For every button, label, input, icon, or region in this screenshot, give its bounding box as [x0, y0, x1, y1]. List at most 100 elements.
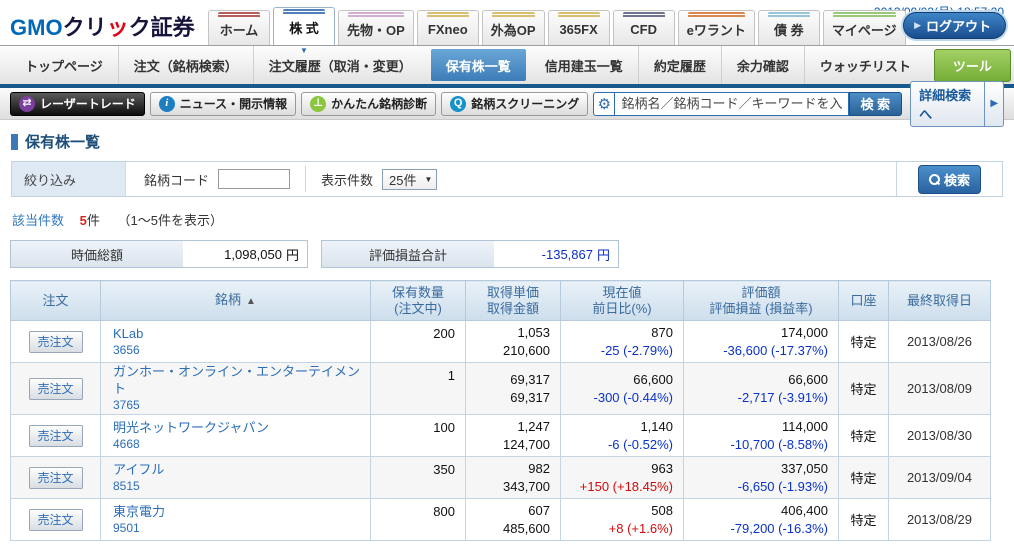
- toolbar-button-label: かんたん銘柄診断: [331, 95, 427, 112]
- gear-icon[interactable]: ⚙: [593, 92, 615, 116]
- column-header[interactable]: 評価額 評価損益 (損益率): [684, 281, 839, 321]
- day-change: +150 (+18.45%): [561, 478, 673, 496]
- stock-name-link[interactable]: KLab: [113, 325, 370, 342]
- toolbar-button[interactable]: ⇄ レーザートレード: [10, 92, 145, 116]
- result-count-number: 5: [80, 213, 87, 228]
- column-header-subline: 取得金額: [487, 301, 539, 317]
- column-header[interactable]: 現在値 前日比(%): [561, 281, 684, 321]
- main-tab[interactable]: 債 券: [758, 10, 820, 45]
- stock-code: 8515: [113, 478, 370, 495]
- title-marker: [11, 134, 18, 150]
- gmo-click-logo: GMOクリック証券: [10, 10, 195, 42]
- subnav-item-label: 信用建玉一覧: [545, 56, 623, 75]
- stock-name-link[interactable]: 明光ネットワークジャパン: [113, 419, 370, 436]
- stock-code: 9501: [113, 520, 370, 537]
- symbol-search-button[interactable]: 検 索: [849, 92, 903, 116]
- summary-row: 時価総額 1,098,050 円 評価損益合計 -135,867 円: [10, 240, 1014, 268]
- result-count-label: 該当件数: [12, 213, 64, 228]
- stock-cell: アイフル 8515: [101, 457, 371, 499]
- main-tab[interactable]: 365FX: [548, 10, 610, 45]
- acquired-date-cell: 2013/09/04: [889, 457, 991, 499]
- subnav-item[interactable]: 約定履歴: [638, 46, 721, 84]
- result-count: 該当件数 5件 （1～5件を表示）: [12, 210, 1014, 229]
- unit-price: 69,317: [466, 371, 550, 389]
- valuation: 406,400: [684, 502, 828, 520]
- column-header[interactable]: 取得単価 取得金額: [466, 281, 561, 321]
- toolbar-button[interactable]: ⊥ かんたん銘柄診断: [301, 92, 436, 116]
- main-tab[interactable]: CFD: [613, 10, 675, 45]
- sell-order-button[interactable]: 売注文: [29, 509, 83, 531]
- stock-cell: ガンホー・オンライン・エンターテイメント 3765: [101, 363, 371, 415]
- order-cell: 売注文: [11, 457, 101, 499]
- display-count-value: 25件: [389, 170, 416, 189]
- display-count-select[interactable]: 25件 ▼: [382, 169, 437, 190]
- main-tab[interactable]: 先物・OP: [338, 10, 414, 45]
- chevron-down-icon: ▼: [425, 175, 433, 184]
- market-value-number: 1,098,050: [224, 247, 282, 262]
- stock-code: 3656: [113, 342, 370, 359]
- sell-order-button[interactable]: 売注文: [29, 467, 83, 489]
- toolbar-button-label: ニュース・開示情報: [180, 95, 287, 112]
- tool-button[interactable]: ツール: [934, 49, 1011, 82]
- account-type-cell: 特定: [839, 363, 889, 415]
- column-header[interactable]: 最終取得日: [889, 281, 991, 321]
- stock-cell: 明光ネットワークジャパン 4668: [101, 415, 371, 457]
- table-row: 売注文 ガンホー・オンライン・エンターテイメント 3765 1 69,317 6…: [11, 363, 991, 415]
- stock-cell: 東京電力 9501: [101, 499, 371, 541]
- main-tab[interactable]: ホーム: [208, 10, 270, 45]
- column-header[interactable]: 口座: [839, 281, 889, 321]
- page-title-text: 保有株一覧: [25, 131, 100, 152]
- advanced-search-arrow-icon[interactable]: ▶: [984, 82, 1003, 126]
- subnav-item[interactable]: トップページ: [10, 46, 118, 84]
- day-change: -25 (-2.79%): [561, 342, 673, 360]
- column-header[interactable]: 銘柄▲: [101, 281, 371, 321]
- total-cost: 210,600: [466, 342, 550, 360]
- sell-order-button[interactable]: 売注文: [29, 425, 83, 447]
- logo-text: ク証券: [129, 15, 195, 40]
- subnav-item[interactable]: 注文履歴（取消・変更）: [253, 46, 427, 84]
- symbol-search-input[interactable]: [615, 92, 848, 116]
- current-price: 870: [561, 324, 673, 342]
- main-tab[interactable]: eワラント: [678, 10, 755, 45]
- logout-button[interactable]: ▶ ログアウト: [903, 12, 1006, 39]
- main-tab[interactable]: FXneo: [417, 10, 479, 45]
- stock-name-link[interactable]: ガンホー・オンライン・エンターテイメント: [113, 363, 370, 397]
- cost-cell: 982 343,700: [466, 457, 561, 499]
- main-tab[interactable]: 株 式: [273, 7, 335, 45]
- tab-label: 株 式: [282, 14, 326, 45]
- valuation-cell: 337,050 -6,650 (-1.93%): [684, 457, 839, 499]
- subnav-item[interactable]: 信用建玉一覧: [530, 46, 638, 84]
- subnav-item[interactable]: 注文（銘柄検索）: [118, 46, 253, 84]
- subnav-item[interactable]: 余力確認: [721, 46, 804, 84]
- total-cost: 124,700: [466, 436, 550, 454]
- column-header[interactable]: 注文: [11, 281, 101, 321]
- valuation: 337,050: [684, 460, 828, 478]
- main-tab[interactable]: マイページ: [823, 10, 906, 45]
- subnav-item[interactable]: 保有株一覧: [431, 49, 526, 81]
- tab-label: 先物・OP: [347, 17, 405, 45]
- column-header[interactable]: 保有数量 (注文中): [371, 281, 466, 321]
- sell-order-button[interactable]: 売注文: [29, 378, 83, 400]
- valuation-cell: 66,600 -2,717 (-3.91%): [684, 363, 839, 415]
- stock-name-link[interactable]: アイフル: [113, 461, 370, 478]
- filter-bar: 絞り込み 銘柄コード 表示件数 25件 ▼ 検索: [11, 161, 1003, 197]
- acquired-date-cell: 2013/08/30: [889, 415, 991, 457]
- subnav-item-label: ウォッチリスト: [820, 56, 911, 75]
- main-tab[interactable]: 外為OP: [482, 10, 545, 45]
- tab-label: FXneo: [426, 17, 470, 45]
- order-cell: 売注文: [11, 363, 101, 415]
- display-count-label: 表示件数: [321, 170, 373, 189]
- subnav-item-label: 保有株一覧: [446, 56, 511, 75]
- laser-trade-icon: ⇄: [19, 96, 35, 112]
- column-header-label: 現在値: [602, 285, 641, 300]
- column-header-subline: 前日比(%): [592, 301, 651, 317]
- subnav-item[interactable]: ウォッチリスト: [804, 46, 926, 84]
- table-row: 売注文 東京電力 9501 800 607 485,600 508 +8 (+1…: [11, 499, 991, 541]
- toolbar-button[interactable]: Q 銘柄スクリーニング: [441, 92, 588, 116]
- sell-order-button[interactable]: 売注文: [29, 331, 83, 353]
- advanced-search-button[interactable]: 詳細検索へ ▶: [910, 81, 1004, 127]
- filter-search-button[interactable]: 検索: [918, 165, 981, 194]
- stock-code-input[interactable]: [218, 169, 290, 189]
- stock-name-link[interactable]: 東京電力: [113, 503, 370, 520]
- toolbar-button[interactable]: i ニュース・開示情報: [150, 92, 296, 116]
